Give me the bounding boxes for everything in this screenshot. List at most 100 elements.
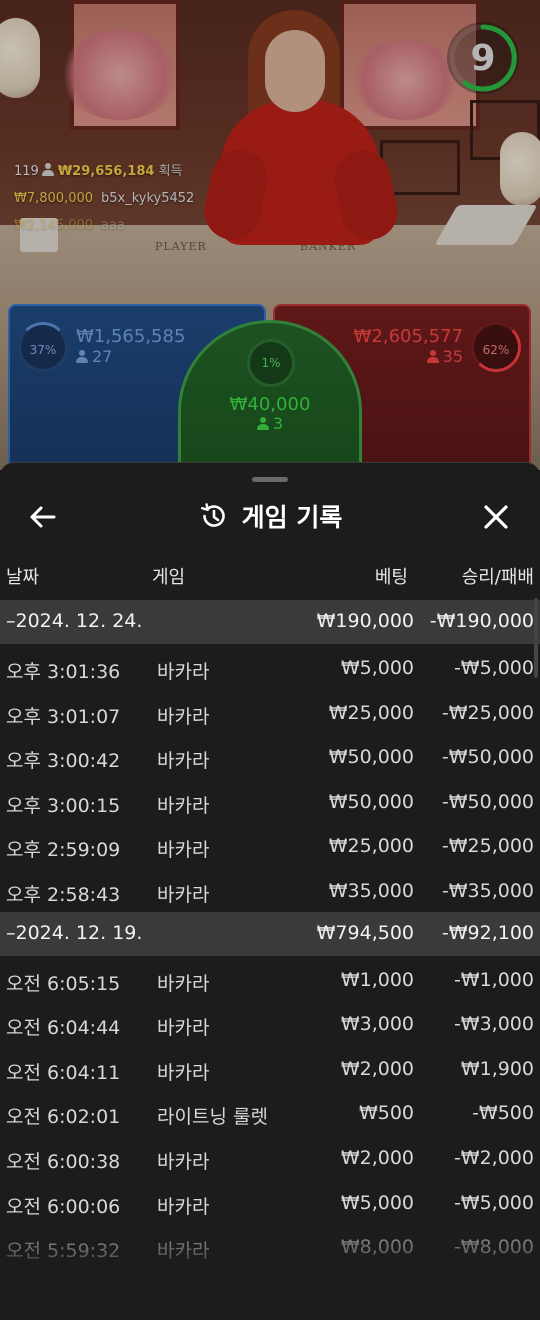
column-header-bet: 베팅 <box>374 567 408 588</box>
close-icon <box>484 505 508 529</box>
row-result: ₩1,900 <box>460 1057 534 1080</box>
row-time: 오전 6:04:44 <box>6 1017 121 1040</box>
date-group-header[interactable]: –2024. 12. 24. ₩190,000 -₩190,000 <box>0 600 540 644</box>
row-bet: ₩1,000 <box>340 968 414 991</box>
history-row[interactable]: 오전 6:02:01 라이트닝 룰렛 ₩500 -₩500 <box>0 1089 540 1134</box>
row-game: 바카라 <box>157 705 210 728</box>
timer-value: 9 <box>470 38 496 79</box>
group-bet-total: ₩794,500 <box>316 921 414 944</box>
row-game: 바카라 <box>157 883 210 906</box>
row-result: -₩35,000 <box>441 879 534 902</box>
tie-bet-amount: ₩40,000 <box>229 394 311 415</box>
winner-username: aaa <box>101 218 125 233</box>
winner-username: b5x_kyky5452 <box>101 191 195 206</box>
lantern <box>500 132 540 206</box>
history-clock-icon <box>200 503 225 527</box>
winner-entry: ₩2,145,000 aaa <box>14 212 194 239</box>
row-result: -₩25,000 <box>441 835 534 858</box>
column-header-game: 게임 <box>152 567 186 588</box>
winners-summary: 119 ₩29,656,184 획득 <box>14 158 194 185</box>
back-button[interactable] <box>22 495 66 539</box>
row-time: 오후 3:00:15 <box>6 794 121 817</box>
row-bet: ₩50,000 <box>328 790 414 813</box>
banker-bet-count: 35 <box>426 347 463 366</box>
row-time: 오전 6:05:15 <box>6 972 121 995</box>
row-bet: ₩3,000 <box>340 1013 414 1036</box>
row-bet: ₩5,000 <box>340 1191 414 1214</box>
row-time: 오전 6:02:01 <box>6 1106 121 1129</box>
row-bet: ₩50,000 <box>328 746 414 769</box>
title-group: 게임 기록 <box>0 489 540 543</box>
row-game: 바카라 <box>157 661 210 683</box>
history-row[interactable]: 오전 6:04:44 바카라 ₩3,000 -₩3,000 <box>0 1000 540 1045</box>
row-time: 오후 2:59:09 <box>6 839 121 862</box>
row-bet: ₩2,000 <box>340 1146 414 1169</box>
history-row[interactable]: 오전 5:59:32 바카라 ₩8,000 -₩8,000 <box>0 1223 540 1268</box>
group-result-total: -₩190,000 <box>429 610 534 632</box>
row-bet: ₩5,000 <box>340 657 414 679</box>
history-row[interactable]: 오전 6:04:11 바카라 ₩2,000 ₩1,900 <box>0 1045 540 1090</box>
banker-percent: 62% <box>471 322 521 372</box>
scrollbar[interactable] <box>534 598 538 678</box>
row-time: 오전 6:00:38 <box>6 1150 121 1173</box>
cherry-blossom <box>350 40 460 120</box>
row-game: 바카라 <box>157 794 210 817</box>
history-row[interactable]: 오후 3:01:07 바카라 ₩25,000 -₩25,000 <box>0 689 540 734</box>
row-game: 바카라 <box>157 1150 210 1173</box>
row-time: 오후 3:00:42 <box>6 750 121 773</box>
row-game: 바카라 <box>157 1195 210 1218</box>
history-row[interactable]: 오후 3:01:36 바카라 ₩5,000 -₩5,000 <box>0 644 540 689</box>
row-time: 오전 6:04:11 <box>6 1061 121 1084</box>
row-result: -₩500 <box>472 1102 534 1125</box>
countdown-timer: 9 <box>447 22 519 94</box>
row-result: -₩5,000 <box>453 1191 534 1214</box>
app-root: PLAYER BANKER 9 119 ₩29,656,184 획득 ₩7,800… <box>0 0 540 1320</box>
row-time: 오후 3:01:36 <box>6 661 121 683</box>
arrow-left-icon <box>30 506 56 528</box>
row-bet: ₩500 <box>358 1102 414 1125</box>
game-history-panel: 게임 기록 날짜 게임 베팅 승리/패배 –2024. 12. 24. ₩190… <box>0 462 540 1320</box>
row-result: -₩2,000 <box>453 1146 534 1169</box>
row-result: -₩25,000 <box>441 701 534 724</box>
tie-count-value: 3 <box>272 414 284 433</box>
person-icon <box>76 350 88 363</box>
row-bet: ₩35,000 <box>328 879 414 902</box>
row-game: 바카라 <box>157 839 210 862</box>
row-result: -₩1,000 <box>453 968 534 991</box>
tie-percent: 1% <box>247 339 295 387</box>
lantern <box>0 18 40 98</box>
history-row[interactable]: 오후 3:00:15 바카라 ₩50,000 -₩50,000 <box>0 778 540 823</box>
group-result-total: -₩92,100 <box>441 921 534 944</box>
row-game: 바카라 <box>157 1017 210 1040</box>
person-icon <box>41 163 54 176</box>
row-game: 라이트닝 룰렛 <box>157 1106 268 1129</box>
history-row[interactable]: 오후 2:59:09 바카라 ₩25,000 -₩25,000 <box>0 822 540 867</box>
live-video: PLAYER BANKER 9 119 ₩29,656,184 획득 ₩7,800… <box>0 0 540 470</box>
player-bet-amount: ₩1,565,585 <box>76 326 186 347</box>
history-row[interactable]: 오전 6:00:38 바카라 ₩2,000 -₩2,000 <box>0 1134 540 1179</box>
group-date: –2024. 12. 19. <box>6 921 143 944</box>
row-game: 바카라 <box>157 750 210 773</box>
player-count-value: 27 <box>92 347 113 366</box>
group-date: –2024. 12. 24. <box>6 610 143 632</box>
person-icon <box>256 417 269 430</box>
history-list[interactable]: –2024. 12. 24. ₩190,000 -₩190,000 오후 3:0… <box>0 600 540 1268</box>
history-row[interactable]: 오전 6:00:06 바카라 ₩5,000 -₩5,000 <box>0 1179 540 1224</box>
row-result: -₩8,000 <box>453 1236 534 1259</box>
page-title: 게임 기록 <box>241 503 343 532</box>
row-bet: ₩25,000 <box>328 835 414 858</box>
row-time: 오후 3:01:07 <box>6 705 121 728</box>
group-bet-total: ₩190,000 <box>316 610 414 632</box>
winner-entry: ₩7,800,000 b5x_kyky5452 <box>14 185 194 212</box>
date-group-header[interactable]: –2024. 12. 19. ₩794,500 -₩92,100 <box>0 911 540 956</box>
row-game: 바카라 <box>157 1240 210 1263</box>
history-row[interactable]: 오후 2:58:43 바카라 ₩35,000 -₩35,000 <box>0 867 540 912</box>
player-percent: 37% <box>18 322 68 372</box>
dealer-face <box>265 30 325 112</box>
drag-handle[interactable] <box>252 477 288 482</box>
history-row[interactable]: 오후 3:00:42 바카라 ₩50,000 -₩50,000 <box>0 733 540 778</box>
history-row[interactable]: 오전 6:05:15 바카라 ₩1,000 -₩1,000 <box>0 956 540 1001</box>
row-result: -₩3,000 <box>453 1013 534 1036</box>
close-button[interactable] <box>474 495 518 539</box>
banker-count-value: 35 <box>442 347 463 366</box>
